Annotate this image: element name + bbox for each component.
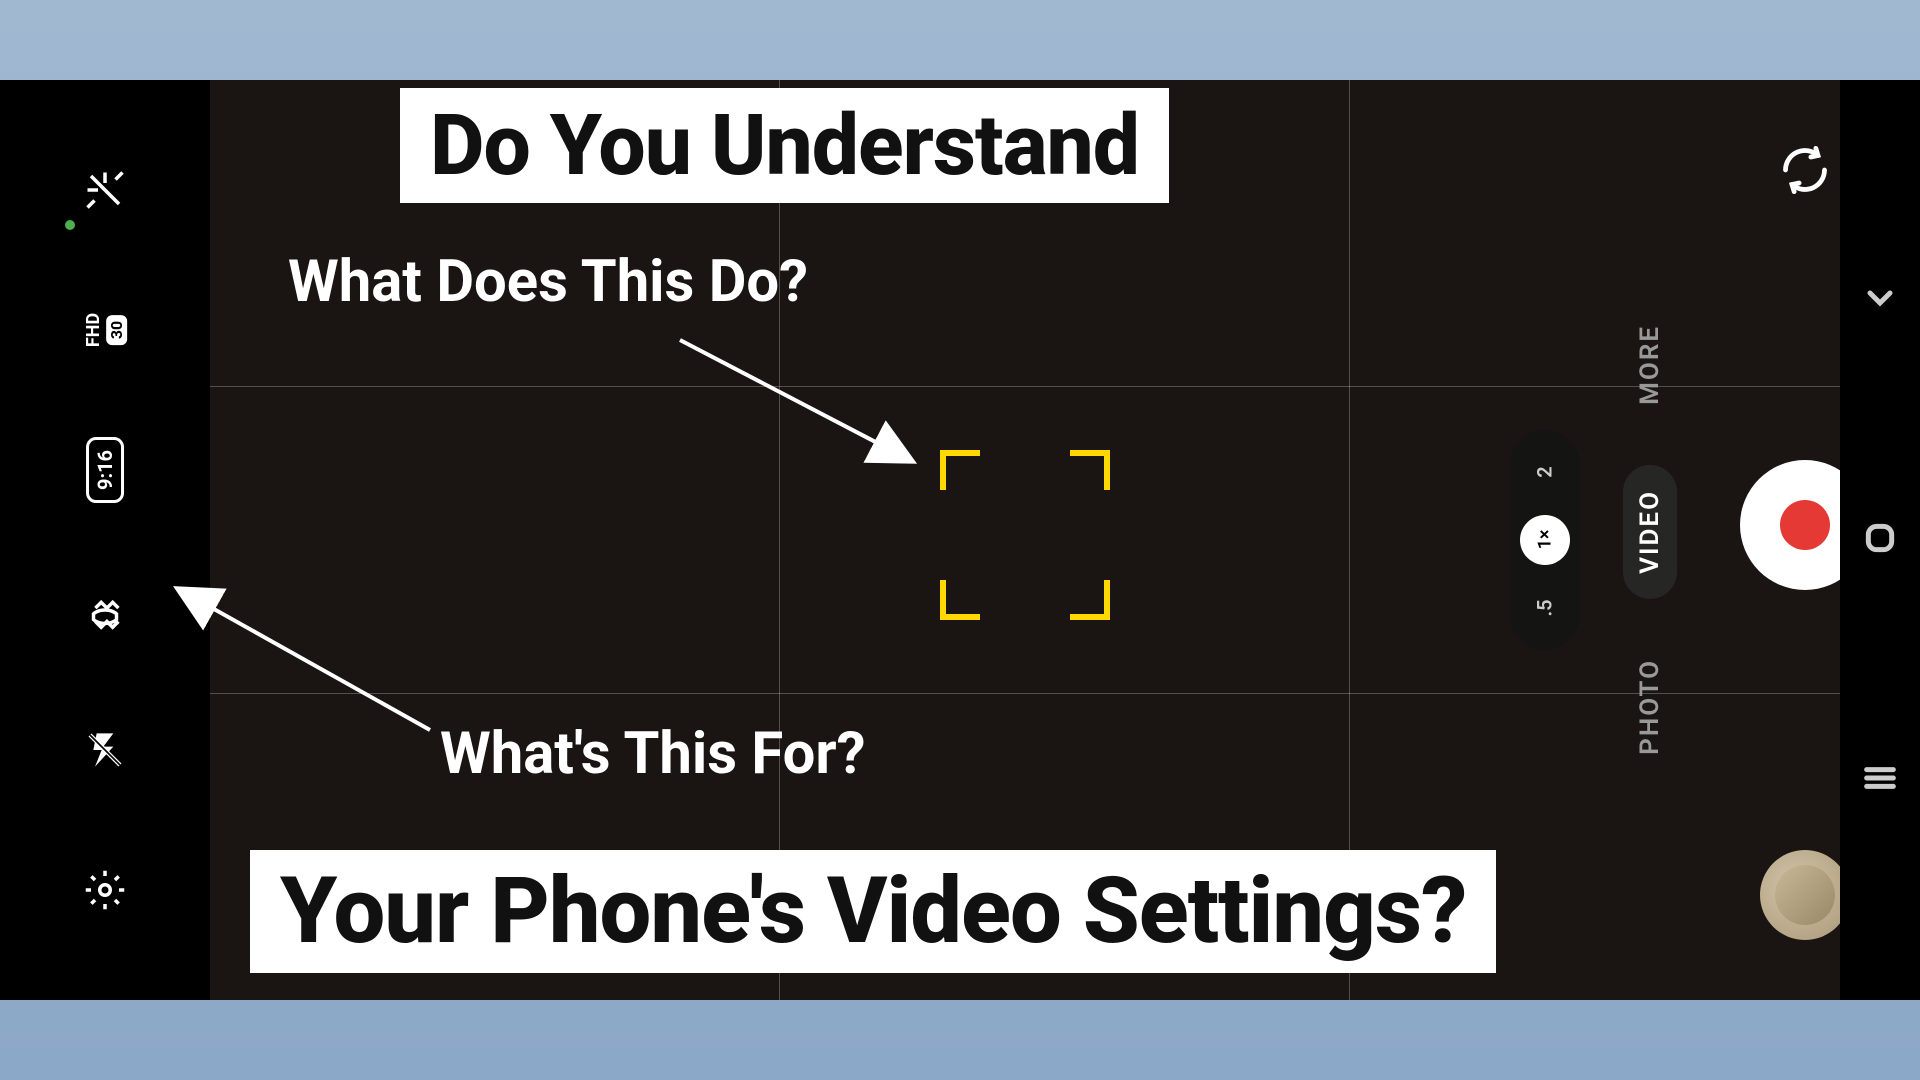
effects-icon[interactable] <box>80 165 130 215</box>
gallery-thumbnail[interactable] <box>1760 850 1850 940</box>
zoom-option-05x[interactable]: .5 <box>1533 599 1557 616</box>
resolution-label: FHD <box>83 313 104 347</box>
switch-camera-icon[interactable] <box>1775 140 1835 200</box>
aspect-ratio-button[interactable]: 9:16 <box>80 445 130 495</box>
nav-back-icon[interactable] <box>1860 278 1900 322</box>
android-nav-bar <box>1840 80 1920 1000</box>
zoom-selector[interactable]: 2 1× .5 <box>1510 430 1580 650</box>
stabilization-icon[interactable] <box>80 585 130 635</box>
settings-gear-icon[interactable] <box>80 865 130 915</box>
mode-photo[interactable]: PHOTO <box>1635 659 1665 755</box>
camera-active-indicator <box>65 220 75 230</box>
resolution-button[interactable]: FHD 30 <box>80 305 130 355</box>
annotation-focus: What Does This Do? <box>288 248 808 316</box>
zoom-option-1x-active[interactable]: 1× <box>1520 515 1570 565</box>
framerate-label: 30 <box>106 315 127 345</box>
nav-recents-icon[interactable] <box>1860 758 1900 802</box>
focus-indicator <box>940 450 1110 620</box>
mode-more[interactable]: MORE <box>1635 325 1665 405</box>
settings-sidebar: FHD 30 9:16 <box>0 80 210 1000</box>
flash-off-icon[interactable] <box>80 725 130 775</box>
headline-top: Do You Understand <box>400 88 1169 203</box>
nav-home-icon[interactable] <box>1860 518 1900 562</box>
headline-bottom: Your Phone's Video Settings? <box>250 850 1496 973</box>
record-indicator-icon <box>1780 500 1830 550</box>
mode-selector[interactable]: MORE VIDEO PHOTO <box>1590 80 1710 1000</box>
zoom-option-2x[interactable]: 2 <box>1533 467 1557 478</box>
mode-video[interactable]: VIDEO <box>1623 465 1677 599</box>
annotation-stabilizer: What's This For? <box>440 720 866 788</box>
aspect-ratio-label: 9:16 <box>86 437 124 503</box>
